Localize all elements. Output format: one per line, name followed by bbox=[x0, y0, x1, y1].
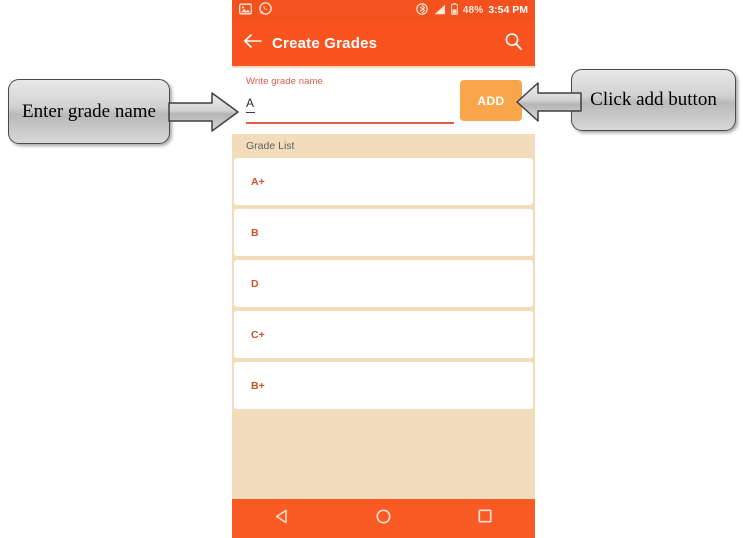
list-item[interactable]: B bbox=[234, 209, 533, 256]
phone-screen: 48% 3:54 PM Create Grades Write grade na… bbox=[232, 0, 535, 538]
bluetooth-icon bbox=[415, 2, 428, 20]
grade-name-input[interactable]: A bbox=[246, 96, 255, 113]
list-item[interactable]: A+ bbox=[234, 158, 533, 205]
search-icon bbox=[504, 32, 523, 56]
annotation-arrow-left-pointing bbox=[516, 82, 582, 122]
grade-label: D bbox=[251, 277, 259, 290]
grade-list-header-label: Grade List bbox=[246, 140, 295, 152]
grade-label: B bbox=[251, 226, 259, 239]
status-bar-right-icons: 48% 3:54 PM bbox=[415, 2, 528, 20]
grade-label: B+ bbox=[251, 379, 265, 392]
grade-input-card: Write grade name A ADD bbox=[232, 68, 535, 134]
home-circle-icon bbox=[375, 508, 392, 530]
search-button[interactable] bbox=[491, 32, 535, 56]
nav-back-button[interactable] bbox=[260, 499, 306, 538]
list-item[interactable]: C+ bbox=[234, 311, 533, 358]
status-bar-left-icons bbox=[239, 1, 272, 20]
nav-home-button[interactable] bbox=[361, 499, 407, 538]
grade-name-input-underline bbox=[246, 122, 454, 124]
add-button[interactable]: ADD bbox=[460, 80, 522, 121]
annotation-left-text: Enter grade name bbox=[22, 100, 156, 122]
annotation-click-add-button: Click add button bbox=[571, 69, 736, 131]
recents-square-icon bbox=[477, 508, 493, 529]
grade-list-header: Grade List bbox=[232, 134, 535, 158]
list-item[interactable]: B+ bbox=[234, 362, 533, 409]
arrow-left-icon bbox=[243, 33, 262, 54]
annotation-right-text: Click add button bbox=[590, 89, 717, 111]
signal-icon bbox=[433, 2, 446, 20]
nav-recents-button[interactable] bbox=[462, 499, 508, 538]
status-bar: 48% 3:54 PM bbox=[232, 0, 535, 21]
annotation-enter-grade-name: Enter grade name bbox=[8, 79, 170, 144]
battery-icon bbox=[450, 2, 458, 20]
whatsapp-icon bbox=[259, 1, 272, 20]
page-title: Create Grades bbox=[272, 35, 378, 52]
app-bar: Create Grades bbox=[232, 21, 535, 66]
back-button[interactable] bbox=[232, 33, 272, 54]
grade-label: A+ bbox=[251, 175, 265, 188]
back-triangle-icon bbox=[274, 508, 291, 530]
grade-label: C+ bbox=[251, 328, 265, 341]
grade-name-field-wrap[interactable]: Write grade name A bbox=[246, 76, 454, 113]
list-item[interactable]: D bbox=[234, 260, 533, 307]
android-nav-bar bbox=[232, 499, 535, 538]
annotation-arrow-right-pointing bbox=[168, 92, 239, 132]
battery-percent-label: 48% bbox=[462, 4, 484, 16]
clock-label: 3:54 PM bbox=[488, 4, 528, 17]
grade-name-label: Write grade name bbox=[246, 76, 323, 87]
image-icon bbox=[239, 2, 252, 20]
grade-list: A+ B D C+ B+ bbox=[232, 158, 535, 413]
